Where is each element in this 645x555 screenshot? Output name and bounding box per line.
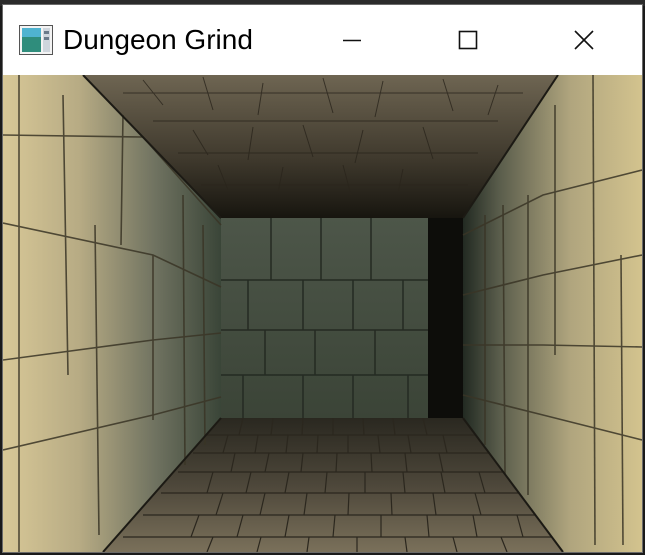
close-button[interactable]	[526, 5, 642, 75]
minimize-icon	[342, 30, 362, 50]
back-wall	[221, 218, 428, 418]
side-passage	[428, 218, 463, 418]
minimize-button[interactable]	[294, 5, 410, 75]
dungeon-scene	[3, 75, 642, 552]
app-window-icon	[19, 25, 53, 55]
game-window: Dungeon Grind	[2, 4, 643, 553]
game-viewport[interactable]	[3, 75, 642, 552]
maximize-button[interactable]	[410, 5, 526, 75]
window-title: Dungeon Grind	[63, 24, 253, 55]
maximize-icon	[458, 30, 478, 50]
close-icon	[573, 29, 595, 51]
title-bar[interactable]: Dungeon Grind	[3, 5, 642, 75]
